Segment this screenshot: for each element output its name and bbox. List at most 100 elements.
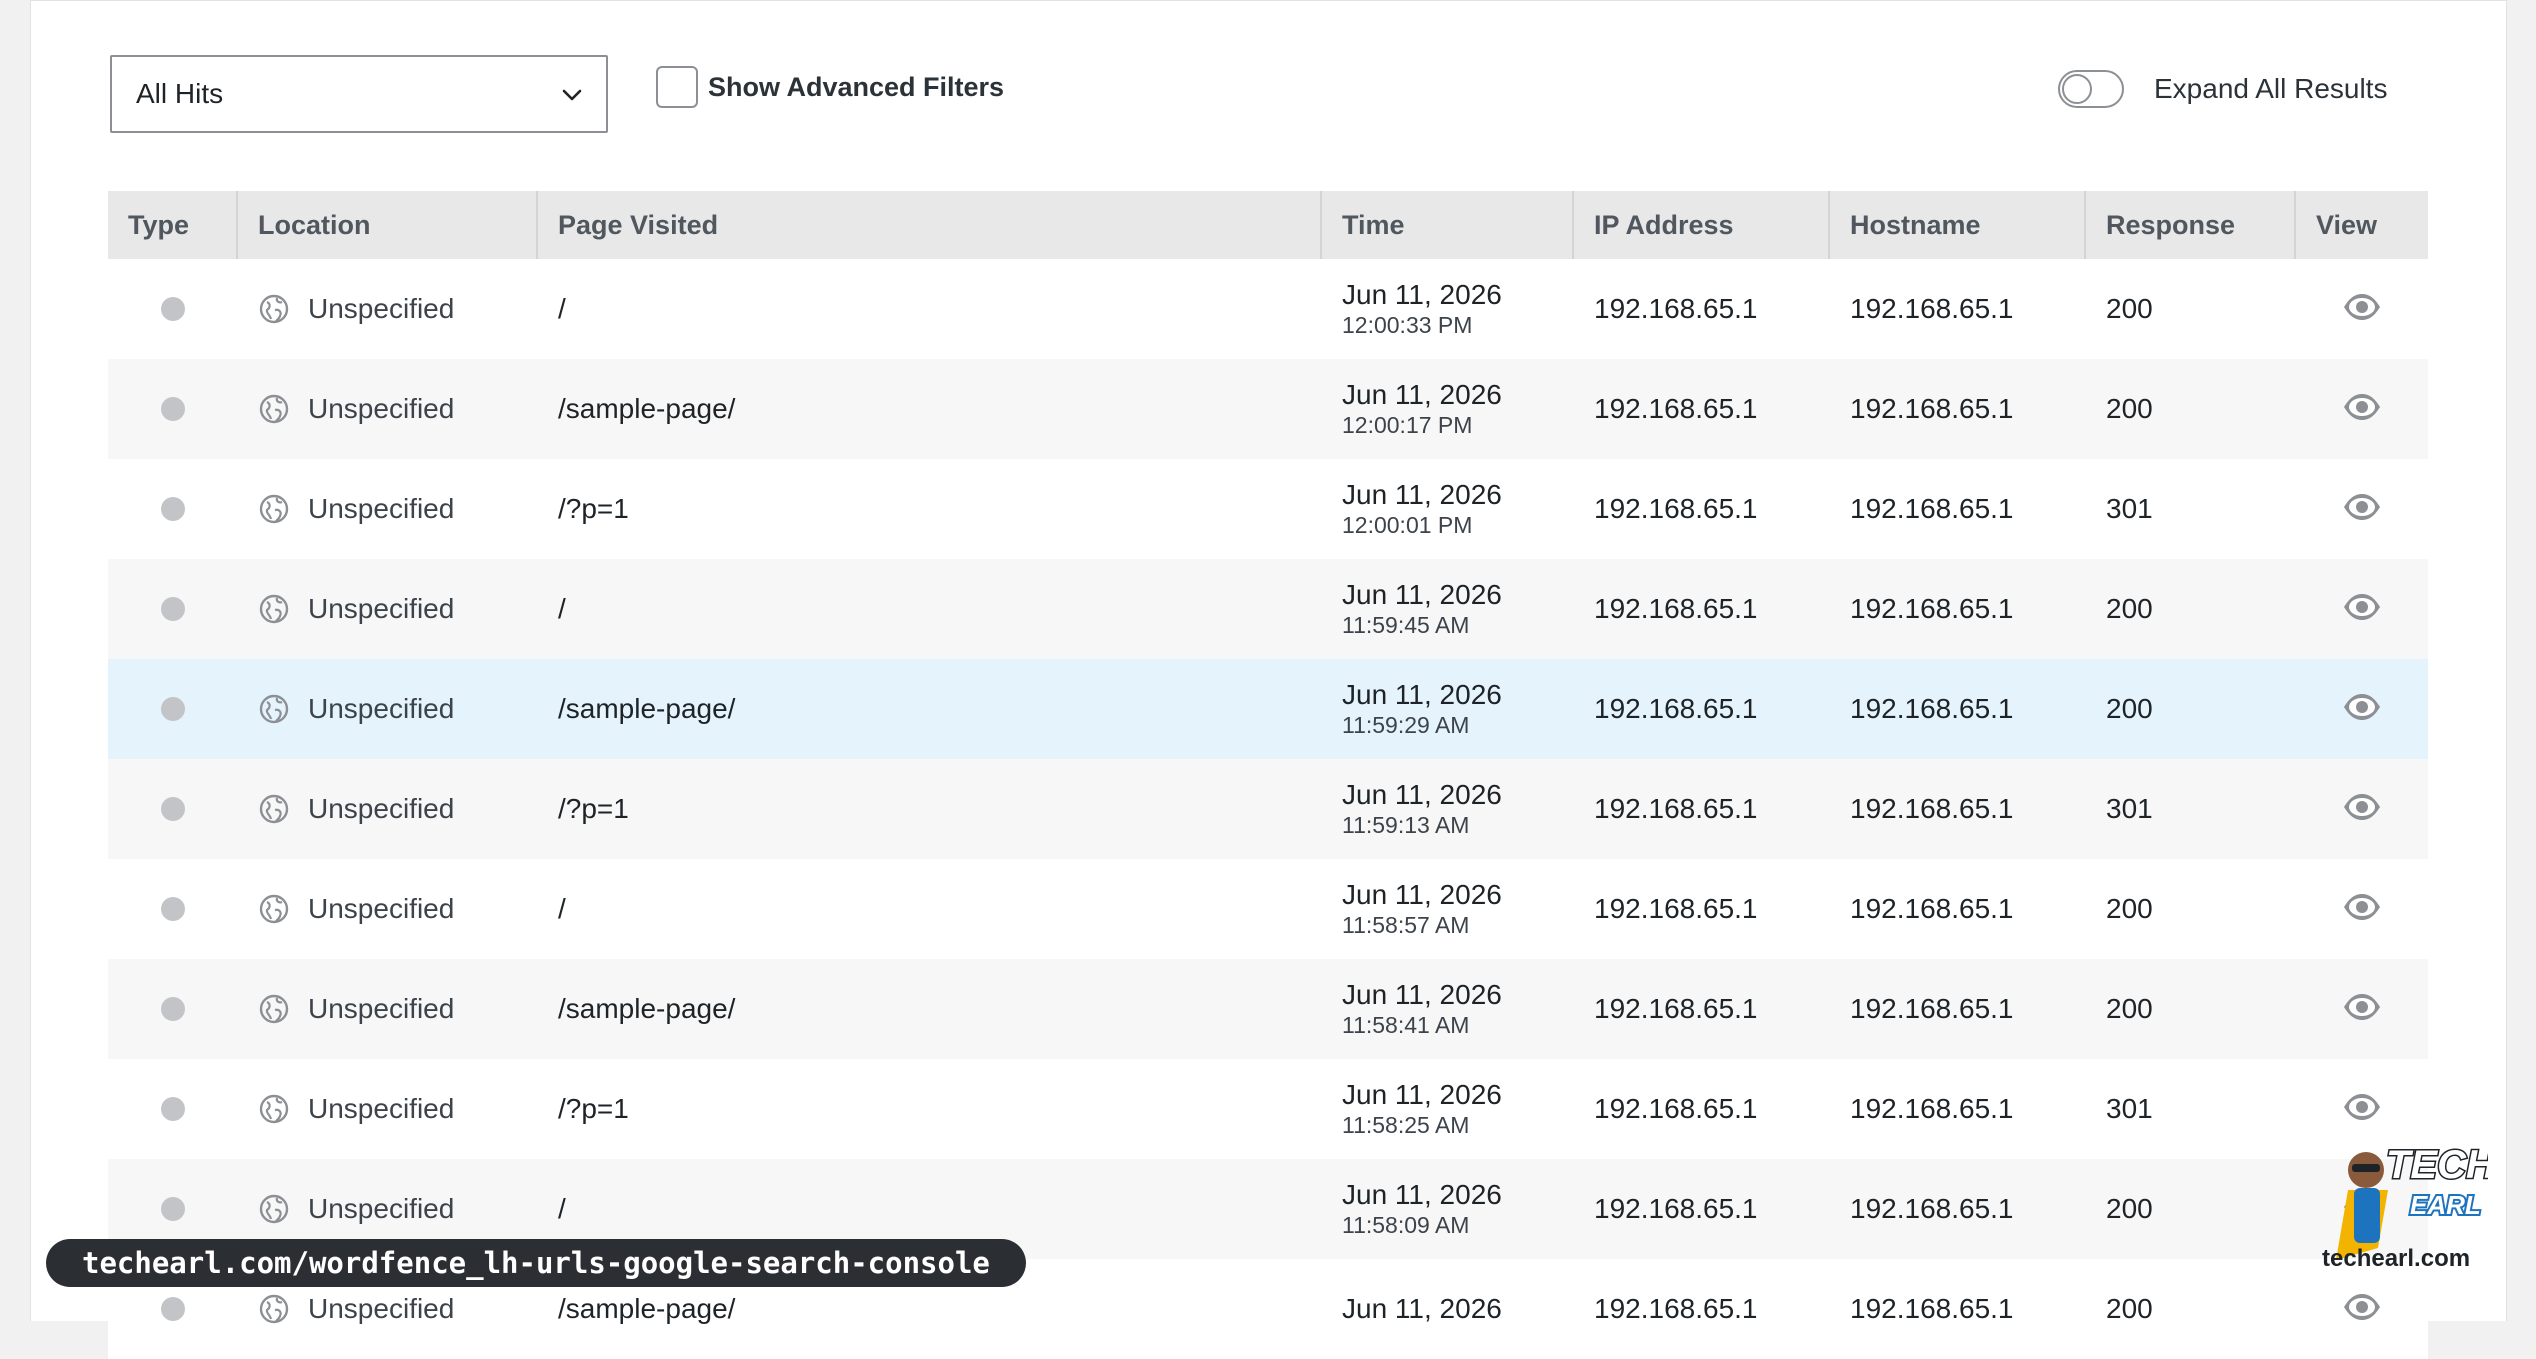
eye-icon[interactable]	[2341, 886, 2383, 928]
table-row[interactable]: Unspecified / Jun 11, 2026 11:59:45 AM 192.1…	[108, 559, 2428, 659]
response-cell: 200	[2086, 259, 2296, 359]
eye-icon[interactable]	[2341, 986, 2383, 1028]
ip-address-cell: 192.168.65.1	[1574, 559, 1830, 659]
hostname-cell: 192.168.65.1	[1830, 559, 2086, 659]
time-cell: Jun 11, 2026 11:58:41 AM	[1322, 959, 1574, 1059]
table-row[interactable]: Unspecified/?p=1 Jun 11, 2026 12:00:01 PM 1…	[108, 459, 2428, 559]
time-cell: Jun 11, 2026 12:00:01 PM	[1322, 459, 1574, 559]
page-visited-cell: /	[538, 559, 1322, 659]
globe-icon	[258, 693, 290, 725]
table-row[interactable]: Unspecified/sample-page/Jun 11, 2026 11:5…	[108, 659, 2428, 759]
table-row[interactable]: Unspecified/?p=1 Jun 11, 2026 11:59:13 AM 1…	[108, 759, 2428, 859]
hostname-text: 192.168.65.1	[1850, 493, 2014, 524]
response-code: 200	[2106, 893, 2153, 924]
time-cell: Jun 11, 2026 11:58:25 AM	[1322, 1059, 1574, 1159]
header-time[interactable]: Time	[1322, 191, 1574, 259]
hostname-text: 192.168.65.1	[1850, 293, 2014, 324]
expand-all-toggle[interactable]	[2058, 70, 2124, 108]
advanced-filters-control[interactable]: Show Advanced Filters	[656, 66, 1004, 108]
ip-address-cell: 192.168.65.1	[1574, 1059, 1830, 1159]
time-date: Jun 11, 2026	[1342, 279, 1502, 310]
table-row[interactable]: Unspecified / Jun 11, 2026 12:00:33 PM 192.1…	[108, 259, 2428, 359]
status-dot-icon	[161, 697, 185, 721]
table-row[interactable]: Unspecified/?p=1 Jun 11, 2026 11:58:25 AM 1…	[108, 1059, 2428, 1159]
eye-icon[interactable]	[2341, 386, 2383, 428]
header-location[interactable]: Location	[238, 191, 538, 259]
header-page-visited[interactable]: Page Visited	[538, 191, 1322, 259]
advanced-filters-label: Show Advanced Filters	[708, 71, 1005, 102]
location-text: Unspecified	[308, 893, 455, 924]
page-visited-text: /?p=1	[558, 793, 629, 824]
header-response[interactable]: Response	[2086, 191, 2296, 259]
page-visited-text: /sample-page/	[558, 1293, 736, 1324]
hostname-cell: 192.168.65.1	[1830, 459, 2086, 559]
page-visited-text: /	[558, 593, 566, 624]
header-type[interactable]: Type	[108, 191, 238, 259]
view-cell[interactable]	[2296, 559, 2428, 659]
view-cell[interactable]	[2296, 959, 2428, 1059]
hostname-cell: 192.168.65.1	[1830, 259, 2086, 359]
page-visited-text: /	[558, 893, 566, 924]
location-text: Unspecified	[308, 1193, 455, 1224]
view-cell[interactable]	[2296, 659, 2428, 759]
location-cell: Unspecified	[238, 1059, 538, 1159]
header-ip-address[interactable]: IP Address	[1574, 191, 1830, 259]
header-view: View	[2316, 209, 2378, 240]
hostname-cell: 192.168.65.1	[1830, 1059, 2086, 1159]
ip-address-text: 192.168.65.1	[1594, 1193, 1758, 1224]
filter-select[interactable]: All Hits	[110, 55, 608, 133]
ip-address-cell: 192.168.65.1	[1574, 359, 1830, 459]
time-date: Jun 11, 2026	[1342, 579, 1502, 610]
response-code: 200	[2106, 993, 2153, 1024]
expand-all-control[interactable]: Expand All Results	[2058, 70, 2387, 108]
location-cell: Unspecified	[238, 759, 538, 859]
hostname-cell: 192.168.65.1	[1830, 959, 2086, 1059]
time-cell: Jun 11, 2026 11:59:45 AM	[1322, 559, 1574, 659]
table-row[interactable]: Unspecified/sample-page/Jun 11, 2026 12:0…	[108, 359, 2428, 459]
view-cell[interactable]	[2296, 259, 2428, 359]
globe-icon	[258, 1193, 290, 1225]
view-cell[interactable]	[2296, 359, 2428, 459]
response-cell: 301	[2086, 759, 2296, 859]
filter-select-value: All Hits	[136, 78, 224, 109]
eye-icon[interactable]	[2341, 786, 2383, 828]
hostname-text: 192.168.65.1	[1850, 693, 2014, 724]
header-hostname[interactable]: Hostname	[1830, 191, 2086, 259]
eye-icon[interactable]	[2341, 586, 2383, 628]
globe-icon	[258, 1293, 290, 1325]
time-date: Jun 11, 2026	[1342, 379, 1502, 410]
chevron-down-icon	[562, 89, 582, 101]
eye-icon[interactable]	[2341, 286, 2383, 328]
response-cell: 200	[2086, 1159, 2296, 1259]
svg-text:EARL: EARL	[2410, 1190, 2481, 1220]
location-text: Unspecified	[308, 293, 455, 324]
globe-icon	[258, 393, 290, 425]
table-row[interactable]: Unspecified / Jun 11, 2026 11:58:57 AM 192.1…	[108, 859, 2428, 959]
view-cell[interactable]	[2296, 459, 2428, 559]
table-row[interactable]: Unspecified/sample-page/Jun 11, 2026 11:5…	[108, 959, 2428, 1059]
hostname-cell: 192.168.65.1	[1830, 1159, 2086, 1259]
time-date: Jun 11, 2026	[1342, 1179, 1502, 1210]
table-body: Unspecified / Jun 11, 2026 12:00:33 PM 192.1…	[108, 259, 2428, 1359]
time-cell: Jun 11, 2026 11:58:09 AM	[1322, 1159, 1574, 1259]
page-visited-text: /sample-page/	[558, 693, 736, 724]
view-cell[interactable]	[2296, 759, 2428, 859]
view-cell[interactable]	[2296, 859, 2428, 959]
ip-address-cell: 192.168.65.1	[1574, 459, 1830, 559]
type-cell	[108, 859, 238, 959]
page-visited-cell: /sample-page/	[538, 659, 1322, 759]
response-cell: 200	[2086, 359, 2296, 459]
eye-icon[interactable]	[2341, 486, 2383, 528]
ip-address-text: 192.168.65.1	[1594, 1293, 1758, 1324]
page-visited-text: /?p=1	[558, 1093, 629, 1124]
eye-icon[interactable]	[2341, 1286, 2383, 1328]
eye-icon[interactable]	[2341, 1086, 2383, 1128]
page-visited-cell: /sample-page/	[538, 959, 1322, 1059]
response-cell: 200	[2086, 659, 2296, 759]
eye-icon[interactable]	[2341, 686, 2383, 728]
hostname-cell: 192.168.65.1	[1830, 1259, 2086, 1359]
location-cell: Unspecified	[238, 659, 538, 759]
response-cell: 200	[2086, 559, 2296, 659]
globe-icon	[258, 493, 290, 525]
advanced-filters-checkbox[interactable]	[656, 66, 698, 108]
